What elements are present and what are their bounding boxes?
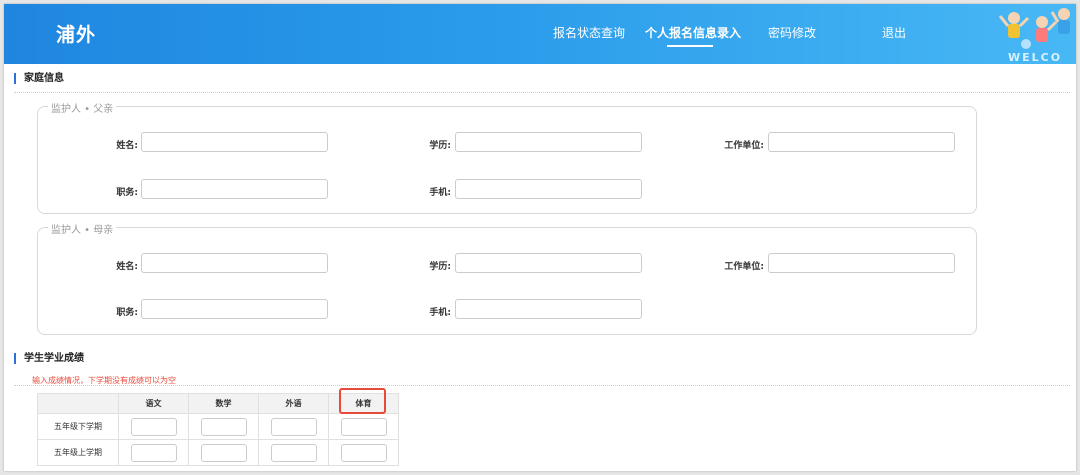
mother-employer-input[interactable] [768, 253, 955, 273]
table-row: 五年级下学期 [37, 413, 399, 440]
row-label: 五年级上学期 [37, 439, 119, 466]
father-employer-input[interactable] [768, 132, 955, 152]
header-math: 数学 [188, 393, 259, 414]
score-input-math[interactable] [200, 443, 247, 462]
score-input-foreign-language[interactable] [270, 417, 317, 436]
mother-position-label: 职务: [116, 308, 138, 318]
father-position-label: 职务: [116, 188, 138, 198]
header-foreign-language: 外语 [258, 393, 329, 414]
family-info-title: 家庭信息 [14, 73, 64, 84]
mother-name-label: 姓名: [116, 262, 138, 272]
app-window: 浦外 报名状态查询 个人报名信息录入 密码修改 退出 WELCO 家庭信息 监护… [4, 4, 1076, 471]
mother-employer-label: 工作单位: [724, 262, 764, 272]
mother-phone-input[interactable] [455, 299, 642, 319]
pe-column-highlight [339, 388, 386, 414]
table-row: 五年级上学期 [37, 439, 399, 466]
father-name-input[interactable] [141, 132, 328, 152]
father-legend: 监护人 • 父亲 [48, 100, 117, 115]
score-input-chinese[interactable] [130, 417, 177, 436]
score-input-foreign-language[interactable] [270, 443, 317, 462]
father-name-label: 姓名: [116, 141, 138, 151]
score-input-pe[interactable] [340, 443, 387, 462]
score-input-math[interactable] [200, 417, 247, 436]
mother-position-input[interactable] [141, 299, 328, 319]
header-blank [37, 393, 119, 414]
header-chinese: 语文 [118, 393, 189, 414]
father-phone-input[interactable] [455, 179, 642, 199]
welcome-text: WELCO [1008, 51, 1063, 64]
mother-education-input[interactable] [455, 253, 642, 273]
academic-scores-title: 学生学业成绩 [14, 353, 84, 364]
active-nav-underline [667, 45, 713, 47]
section-divider-2 [14, 385, 1070, 386]
score-input-chinese[interactable] [130, 443, 177, 462]
row-label: 五年级下学期 [37, 413, 119, 440]
section-divider [14, 92, 1070, 93]
nav-personal-info-entry[interactable]: 个人报名信息录入 [645, 24, 741, 41]
score-input-pe[interactable] [340, 417, 387, 436]
father-employer-label: 工作单位: [724, 141, 764, 151]
mother-legend: 监护人 • 母亲 [48, 221, 117, 236]
nav-password-change[interactable]: 密码修改 [768, 24, 816, 41]
father-education-input[interactable] [455, 132, 642, 152]
father-position-input[interactable] [141, 179, 328, 199]
father-education-label: 学历: [429, 141, 451, 151]
top-header: 浦外 报名状态查询 个人报名信息录入 密码修改 退出 WELCO [4, 4, 1076, 64]
nav-logout[interactable]: 退出 [882, 24, 906, 41]
father-phone-label: 手机: [429, 188, 451, 198]
nav-status-query[interactable]: 报名状态查询 [553, 24, 625, 41]
mother-phone-label: 手机: [429, 308, 451, 318]
mother-education-label: 学历: [429, 262, 451, 272]
site-logo[interactable]: 浦外 [56, 20, 96, 47]
mother-name-input[interactable] [141, 253, 328, 273]
